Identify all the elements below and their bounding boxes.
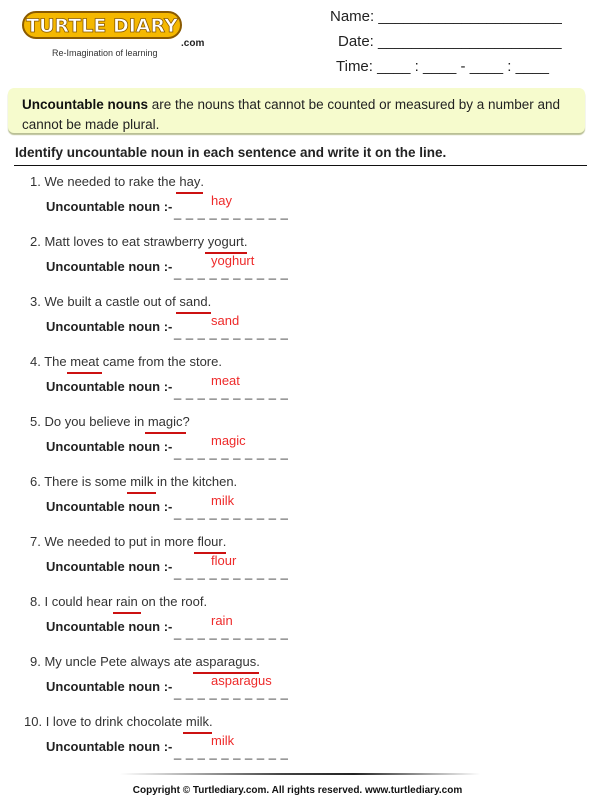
underlined-noun: hay (176, 174, 204, 194)
underlined-noun: magic (144, 414, 186, 434)
sentence-after: . (200, 174, 204, 189)
underlined-noun: rain (113, 594, 141, 614)
question-sentence: 2. Matt loves to eat strawberry yogurt. (30, 234, 248, 254)
answer-text: sand (211, 313, 240, 328)
question-number: 8. (30, 594, 41, 609)
underlined-noun: milk (127, 474, 157, 494)
answer-label: Uncountable noun :- (46, 739, 173, 754)
sentence-before: I could hear (44, 594, 117, 609)
tagline: Re-Imagination of learning (52, 48, 158, 58)
answer-label: Uncountable noun :- (46, 379, 173, 394)
question-sentence: 1. We needed to rake the hay. (30, 174, 204, 194)
answer-label: Uncountable noun :- (46, 499, 173, 514)
sentence-after: came from the store. (99, 354, 222, 369)
question-number: 5. (30, 414, 41, 429)
answer-text: milk (211, 733, 235, 748)
answer-text: asparagus (211, 673, 272, 688)
sentence-before: There is some (44, 474, 131, 489)
answer-label: Uncountable noun :- (46, 319, 173, 334)
sentence-before: My uncle Pete always ate (44, 654, 196, 669)
answer-text: hay (211, 193, 232, 208)
divider (14, 165, 587, 166)
question-number: 2. (30, 234, 41, 249)
underlined-noun: milk (182, 714, 213, 734)
question-number: 7. (30, 534, 41, 549)
answer-text: flour (211, 553, 237, 568)
turtle-diary-logo: TURTLE DIARY (22, 10, 182, 39)
question-sentence: 4. The meat came from the store. (30, 354, 222, 374)
question-sentence: 10. I love to drink chocolate milk. (24, 714, 213, 734)
sentence-before: We needed to rake the (44, 174, 180, 189)
question-sentence: 7. We needed to put in more flour. (30, 534, 227, 554)
question-number: 3. (30, 294, 41, 309)
time-label: Time: (336, 58, 373, 75)
question-sentence: 3. We built a castle out of sand. (30, 294, 212, 314)
sentence-after: . (256, 654, 260, 669)
logo-domain-suffix: .com (181, 38, 205, 49)
answer-row: Uncountable noun :- _ _ _ _ _ _ _ _ _ _ ra… (46, 613, 288, 640)
underlined-noun: yogurt (204, 234, 248, 254)
answer-row: Uncountable noun :- _ _ _ _ _ _ _ _ _ _ me… (46, 373, 288, 400)
sentence-after: ? (182, 414, 190, 429)
date-field[interactable]: Date: ______________________ (338, 33, 562, 50)
instructions: Identify uncountable noun in each senten… (15, 145, 447, 160)
answer-label: Uncountable noun :- (46, 559, 173, 574)
answer-label: Uncountable noun :- (46, 439, 173, 454)
answer-row: Uncountable noun :- _ _ _ _ _ _ _ _ _ _ fl… (46, 553, 288, 580)
answer-label: Uncountable noun :- (46, 199, 173, 214)
answer-row: Uncountable noun :- _ _ _ _ _ _ _ _ _ _ ma… (46, 433, 288, 460)
answer-row: Uncountable noun :- _ _ _ _ _ _ _ _ _ _ as… (46, 673, 288, 700)
question-sentence: 5. Do you believe in magic? (30, 414, 190, 434)
question-number: 6. (30, 474, 41, 489)
answer-row: Uncountable noun :- _ _ _ _ _ _ _ _ _ _ mi… (46, 733, 288, 760)
time-blank[interactable]: ____ : ____ - ____ : ____ (377, 58, 549, 75)
answer-text: milk (211, 493, 235, 508)
name-field[interactable]: Name: ______________________ (330, 8, 562, 25)
sentence-after: . (209, 714, 213, 729)
answer-label: Uncountable noun :- (46, 679, 173, 694)
sentence-after: on the roof. (137, 594, 208, 609)
question-sentence: 8. I could hear rain on the roof. (30, 594, 208, 614)
answer-row: Uncountable noun :- _ _ _ _ _ _ _ _ _ _ mi… (46, 493, 288, 520)
date-label: Date: (338, 33, 374, 50)
answer-row: Uncountable noun :- _ _ _ _ _ _ _ _ _ _ sa… (46, 313, 288, 340)
name-blank[interactable]: ______________________ (378, 8, 562, 25)
question-number: 9. (30, 654, 41, 669)
sentence-before: Matt loves to eat strawberry (44, 234, 208, 249)
sentence-before: We built a castle out of (44, 294, 180, 309)
copyright: Copyright © Turtlediary.com. All rights … (132, 785, 463, 796)
answer-text: rain (211, 613, 233, 628)
logo-text: TURTLE DIARY (26, 15, 178, 37)
date-blank[interactable]: ______________________ (378, 33, 562, 50)
answer-row: Uncountable noun :- _ _ _ _ _ _ _ _ _ _ yo… (46, 253, 288, 280)
answer-row: Uncountable noun :- _ _ _ _ _ _ _ _ _ _ ha… (46, 193, 288, 220)
answer-text: yoghurt (211, 253, 255, 268)
underlined-noun: sand (176, 294, 211, 314)
underlined-noun: asparagus (192, 654, 259, 674)
answer-label: Uncountable noun :- (46, 259, 173, 274)
answer-text: meat (211, 373, 240, 388)
sentence-after: . (222, 534, 227, 549)
sentence-after: in the kitchen. (153, 474, 238, 489)
footer-divider (120, 773, 480, 775)
question-number: 1. (30, 174, 41, 189)
answer-label: Uncountable noun :- (46, 619, 173, 634)
question-number: 10. (24, 714, 43, 729)
definition-term: Uncountable nouns (22, 97, 148, 112)
time-field[interactable]: Time: ____ : ____ - ____ : ____ (336, 58, 549, 75)
sentence-before: We needed to put in more (44, 534, 198, 549)
question-sentence: 6. There is some milk in the kitchen. (30, 474, 238, 494)
name-label: Name: (330, 8, 375, 25)
underlined-noun: meat (67, 354, 103, 374)
question-sentence: 9. My uncle Pete always ate asparagus. (30, 654, 260, 674)
sentence-before: Do you believe in (44, 414, 148, 429)
sentence-after: . (207, 294, 212, 309)
definition-text: Uncountable nouns are the nouns that can… (22, 95, 582, 135)
underlined-noun: flour (194, 534, 227, 554)
answer-text: magic (211, 433, 246, 448)
sentence-after: . (243, 234, 248, 249)
sentence-before: The (44, 354, 71, 369)
question-number: 4. (30, 354, 41, 369)
sentence-before: I love to drink chocolate (45, 714, 186, 729)
